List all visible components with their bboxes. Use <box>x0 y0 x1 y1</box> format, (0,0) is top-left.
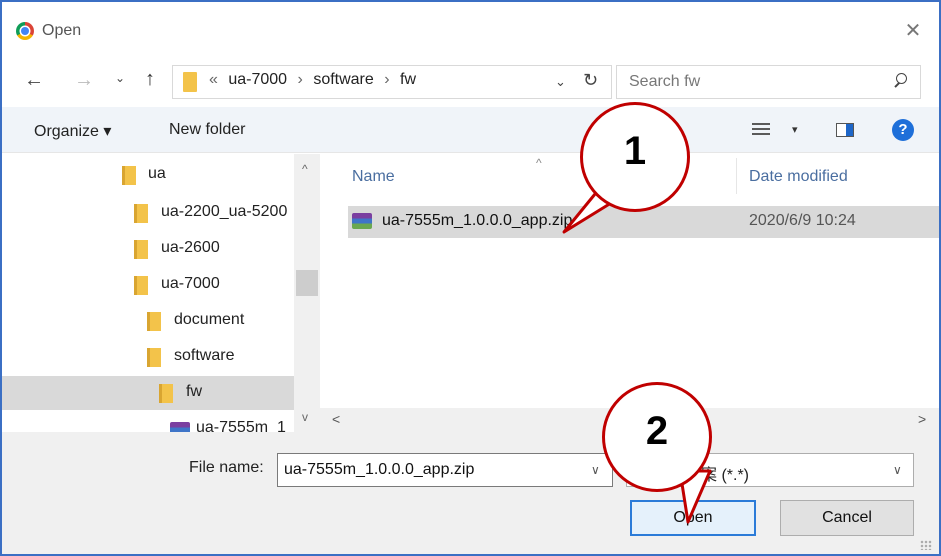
help-icon[interactable]: ? <box>892 119 914 141</box>
tree-item-label: ua <box>148 165 166 182</box>
file-name-label: File name: <box>189 459 264 476</box>
address-bar[interactable]: « ua-7000 › software › fw ⌄ ↻ <box>172 65 612 99</box>
callout-2: 2 <box>602 382 712 492</box>
tree-item-ua-2200-ua-5200[interactable]: ua-2200_ua-5200 <box>2 196 294 230</box>
cancel-button[interactable]: Cancel <box>780 500 914 536</box>
callout-1: 1 <box>580 102 690 212</box>
folder-icon <box>134 204 148 223</box>
folder-icon <box>183 72 197 92</box>
column-header-name[interactable]: Name <box>352 168 395 186</box>
tree-item-label: ua-7000 <box>161 275 220 292</box>
refresh-icon[interactable]: ↻ <box>583 70 598 91</box>
search-placeholder: Search fw <box>629 73 701 90</box>
folder-tree: ua ua-2200_ua-5200 ua-2600 ua-7000 docum… <box>2 154 320 432</box>
organize-button[interactable]: Organize ▾ <box>34 121 111 141</box>
tree-item-ua[interactable]: ua <box>2 158 294 192</box>
sort-ascending-icon: ^ <box>536 156 542 170</box>
callout-2-number: 2 <box>645 409 669 453</box>
folder-icon <box>134 240 148 259</box>
breadcrumb-software[interactable]: software <box>313 71 373 88</box>
file-name-value: ua-7555m_1.0.0.0_app.zip <box>284 461 475 478</box>
chevron-down-icon[interactable]: ∨ <box>893 463 902 477</box>
folder-icon <box>134 276 148 295</box>
tree-item-ua-2600[interactable]: ua-2600 <box>2 232 294 266</box>
chrome-icon <box>16 22 34 40</box>
breadcrumb-ua-7000[interactable]: ua-7000 <box>228 71 287 88</box>
chevron-down-icon[interactable]: ∨ <box>591 463 600 477</box>
command-toolbar: Organize ▾ New folder ▾ ? <box>2 107 939 153</box>
folder-icon <box>159 384 173 403</box>
new-folder-button[interactable]: New folder <box>169 121 245 139</box>
zip-archive-icon <box>170 422 190 432</box>
tree-item-fw[interactable]: fw <box>2 376 294 410</box>
window-title: Open <box>42 22 82 39</box>
view-options-icon[interactable] <box>752 123 770 137</box>
back-arrow-icon[interactable]: ← <box>24 69 44 92</box>
breadcrumb-separator[interactable]: › <box>298 71 303 88</box>
tree-item-label: ua-7555m_1 <box>196 419 286 432</box>
recent-locations-chevron-icon[interactable]: ⌄ <box>115 71 125 85</box>
forward-arrow-icon[interactable]: → <box>74 69 94 92</box>
zip-archive-icon <box>352 213 372 229</box>
search-icon[interactable] <box>893 73 909 89</box>
tree-item-label: ua-2600 <box>161 239 220 256</box>
column-divider[interactable] <box>736 158 737 194</box>
tree-item-zip[interactable]: ua-7555m_1 <box>2 412 294 432</box>
navigation-bar: ← → ⌄ ↑ « ua-7000 › software › fw ⌄ ↻ Se… <box>2 60 939 104</box>
column-header-date-modified[interactable]: Date modified <box>749 168 848 186</box>
file-date-modified: 2020/6/9 10:24 <box>749 212 856 229</box>
breadcrumb-overflow[interactable]: « <box>209 71 218 88</box>
scroll-down-icon[interactable]: v <box>302 410 308 424</box>
tree-item-label: software <box>174 347 235 364</box>
breadcrumb-separator[interactable]: › <box>384 71 389 88</box>
folder-icon <box>147 348 161 367</box>
address-dropdown-icon[interactable]: ⌄ <box>555 74 566 90</box>
tree-item-ua-7000[interactable]: ua-7000 <box>2 268 294 302</box>
view-dropdown-icon[interactable]: ▾ <box>792 123 798 136</box>
open-file-dialog: Open ✕ ← → ⌄ ↑ « ua-7000 › software › fw… <box>0 0 941 556</box>
search-input[interactable]: Search fw <box>616 65 921 99</box>
folder-icon <box>147 312 161 331</box>
tree-item-software[interactable]: software <box>2 340 294 374</box>
close-button[interactable]: ✕ <box>900 18 926 44</box>
tree-item-document[interactable]: document <box>2 304 294 338</box>
file-name: ua-7555m_1.0.0.0_app.zip <box>382 212 573 229</box>
up-arrow-icon[interactable]: ↑ <box>145 68 155 91</box>
tree-item-label: document <box>174 311 245 328</box>
scroll-up-icon[interactable]: ^ <box>302 162 308 176</box>
folder-icon <box>122 166 136 185</box>
breadcrumb-fw[interactable]: fw <box>400 71 416 88</box>
resize-grip-icon[interactable] <box>920 540 932 550</box>
title-bar: Open ✕ <box>2 2 939 60</box>
file-name-field[interactable]: ua-7555m_1.0.0.0_app.zip ∨ <box>277 453 613 487</box>
tree-scroll-thumb[interactable] <box>296 270 318 296</box>
callout-1-number: 1 <box>623 129 647 173</box>
dialog-footer: File name: ua-7555m_1.0.0.0_app.zip ∨ 案 … <box>2 432 939 554</box>
tree-item-label: fw <box>186 383 202 400</box>
breadcrumb: « ua-7000 › software › fw <box>209 71 422 89</box>
scroll-right-icon[interactable]: > <box>918 411 926 427</box>
tree-item-label: ua-2200_ua-5200 <box>161 203 288 220</box>
scroll-left-icon[interactable]: < <box>332 411 340 427</box>
preview-pane-icon[interactable] <box>836 123 854 137</box>
